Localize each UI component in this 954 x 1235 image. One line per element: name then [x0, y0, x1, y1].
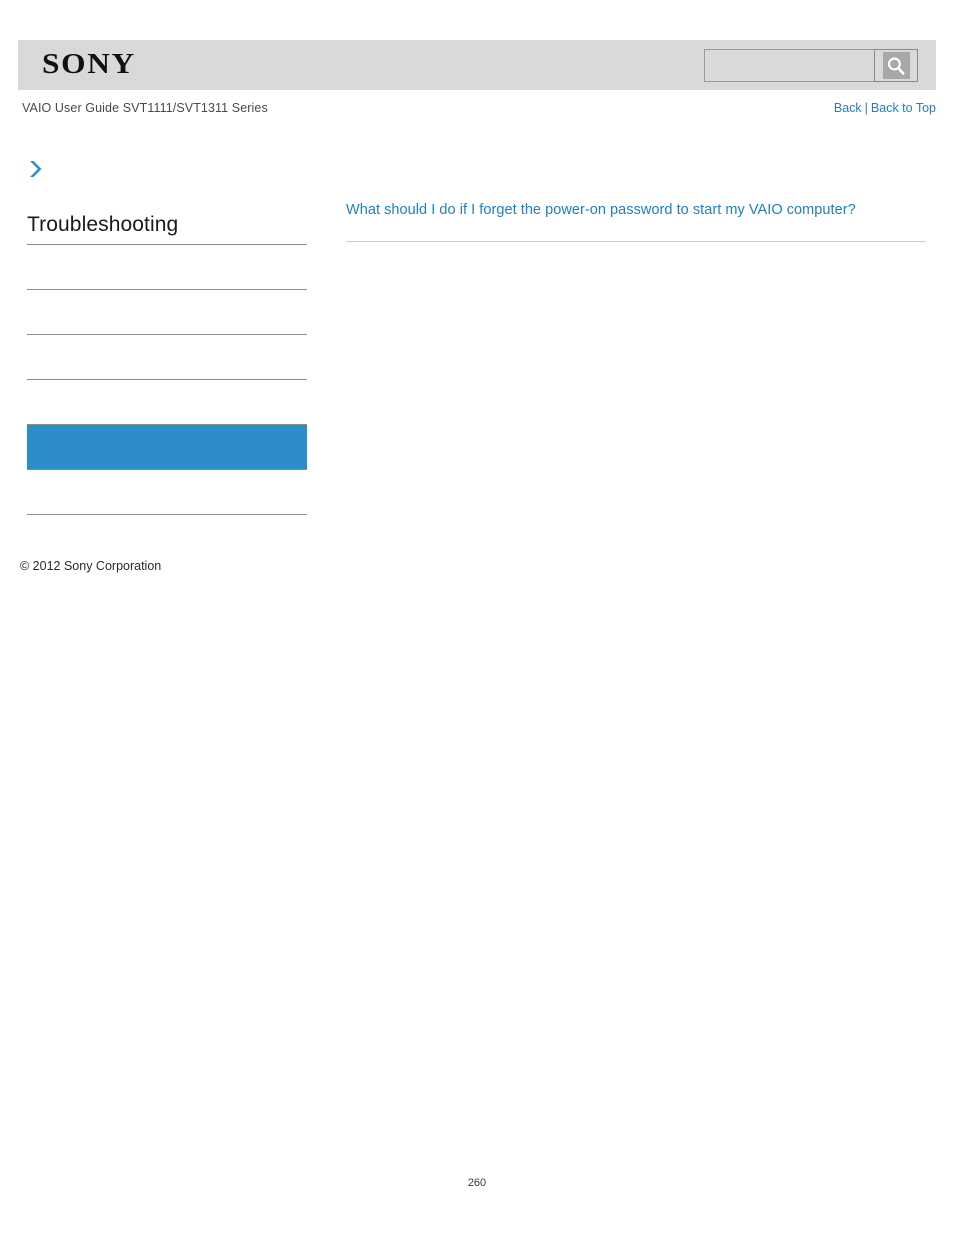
- sidebar: Troubleshooting: [27, 158, 307, 515]
- document-page: SONY VAIO User Guide SVT1111/SVT1311 Ser…: [0, 0, 954, 1235]
- sidebar-item[interactable]: [27, 470, 307, 515]
- page-title: Troubleshooting: [27, 212, 307, 245]
- copyright-notice: © 2012 Sony Corporation: [20, 559, 162, 573]
- nav-separator: |: [864, 101, 868, 115]
- site-header: SONY: [18, 40, 936, 90]
- guide-title: VAIO User Guide SVT1111/SVT1311 Series: [22, 101, 268, 115]
- search-button[interactable]: [874, 49, 918, 82]
- page-number: 260: [467, 1177, 487, 1189]
- back-to-top-link[interactable]: Back to Top: [871, 101, 936, 115]
- article-link[interactable]: What should I do if I forget the power-o…: [346, 200, 926, 221]
- content-divider: [346, 240, 926, 242]
- chevron-right-icon: [27, 158, 307, 180]
- breadcrumb: VAIO User Guide SVT1111/SVT1311 Series B…: [18, 101, 936, 121]
- search-area: [704, 49, 918, 82]
- search-icon: [882, 52, 910, 79]
- header-nav-links: Back | Back to Top: [834, 101, 936, 115]
- search-input[interactable]: [704, 49, 874, 82]
- sony-logo: SONY: [42, 49, 136, 80]
- sidebar-item[interactable]: [27, 290, 307, 335]
- main-content: What should I do if I forget the power-o…: [346, 200, 926, 242]
- sidebar-item-selected[interactable]: [27, 425, 307, 470]
- back-link[interactable]: Back: [834, 101, 862, 115]
- sidebar-item[interactable]: [27, 245, 307, 290]
- sidebar-item[interactable]: [27, 335, 307, 380]
- sidebar-item[interactable]: [27, 380, 307, 425]
